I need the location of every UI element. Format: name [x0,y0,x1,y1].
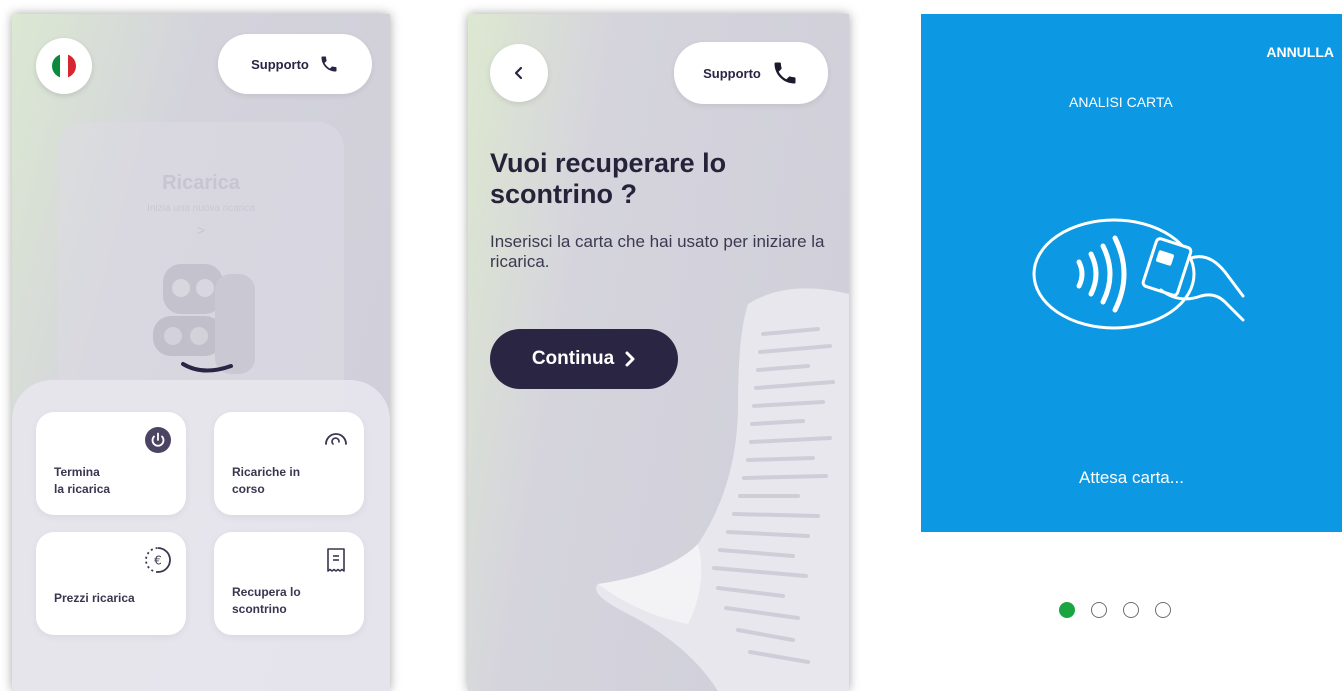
back-button[interactable] [490,44,548,102]
end-charge-tile[interactable]: Termina la ricarica [36,412,186,515]
support-label: Supporto [703,65,761,81]
continue-label: Continua [531,348,615,369]
contactless-payment-icon [1032,218,1245,330]
step-dot [1155,602,1171,618]
card-analysis-screen: ANNULLA ANALISI CARTA Attesa carta... [921,14,1342,691]
start-charge-title: Ricarica [162,172,240,194]
step-dot-active [1059,602,1075,618]
svg-text:€: € [154,554,162,568]
phone-icon [321,56,337,72]
home-screen: Supporto Ricarica Inizia una nuova ricar… [12,14,390,691]
start-charge-subtitle: Inizia una nuova ricarica [147,203,255,214]
power-icon [145,427,171,453]
end-charge-label: Termina la ricarica [54,465,111,496]
charge-prices-label: Prezzi ricarica [54,591,135,605]
chevron-left-icon [514,66,523,80]
continue-button[interactable]: Continua [490,329,678,389]
recover-receipt-label: Recupera lo scontrino [232,585,301,616]
step-indicator [1059,602,1171,618]
ev-connector-icon [153,264,255,374]
charging-progress-icon [325,433,347,445]
recover-receipt-tile[interactable]: Recupera lo scontrino [214,532,364,635]
charging-in-progress-tile[interactable]: Ricariche in corso [214,412,364,515]
phone-icon [774,62,796,84]
support-label: Supporto [251,56,309,72]
italy-flag-icon [52,54,76,78]
status-text: Attesa carta... [1079,468,1184,487]
start-charge-card[interactable]: Ricarica Inizia una nuova ricarica > [58,122,344,422]
quick-actions-panel: Termina la ricarica Ricariche in corso €… [12,380,390,691]
charge-prices-tile[interactable]: € Prezzi ricarica [36,532,186,635]
screen-header: ANALISI CARTA [1069,94,1173,110]
card-reader-area: ANNULLA ANALISI CARTA Attesa carta... [921,14,1342,532]
language-button[interactable] [36,38,92,94]
recover-receipt-screen: Supporto Vuoi recuperare lo scontrino ? … [468,14,849,691]
receipt-icon [327,548,345,572]
support-button[interactable]: Supporto [218,34,372,94]
page-subtitle: Inserisci la carta che hai usato per ini… [490,232,825,271]
step-dot [1123,602,1139,618]
chevron-right-icon [625,351,635,367]
cancel-button[interactable]: ANNULLA [1266,44,1334,60]
chevron-right-icon: > [196,222,206,238]
page-title: Vuoi recuperare lo scontrino ? [490,148,727,209]
step-dot [1091,602,1107,618]
euro-icon: € [145,547,171,573]
charging-in-progress-label: Ricariche in corso [232,465,301,496]
support-button[interactable]: Supporto [674,42,828,104]
